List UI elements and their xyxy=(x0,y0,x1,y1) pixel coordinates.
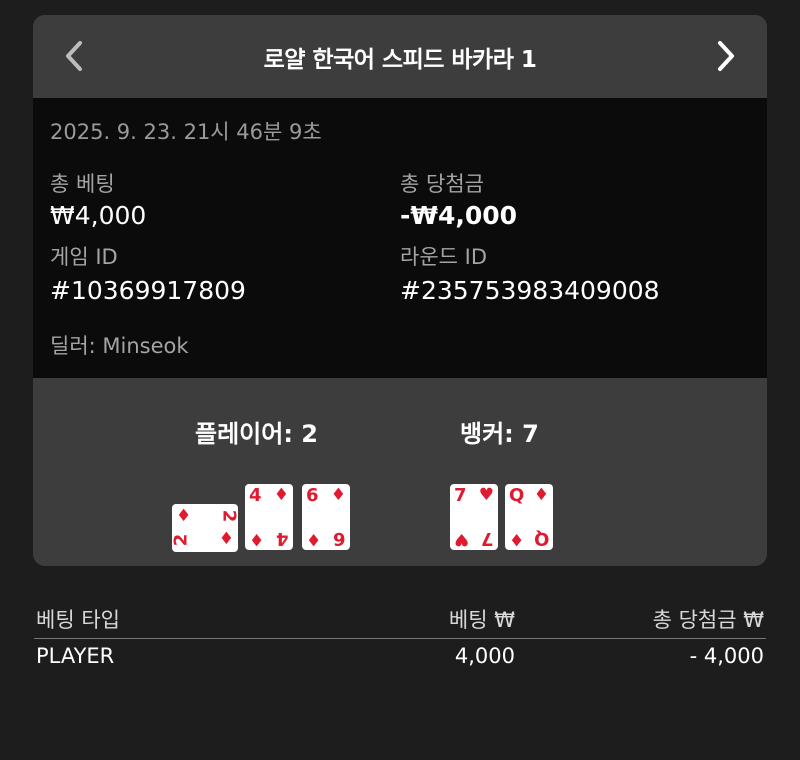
bets-table-header: 베팅 타입 베팅 ₩ 총 당첨금 ₩ xyxy=(34,602,766,639)
bet-type-cell: PLAYER xyxy=(36,644,115,668)
card-rank: 7 xyxy=(481,528,494,549)
bet-amount-header: 베팅 ₩ xyxy=(448,608,515,632)
player-score: 플레이어: 2 xyxy=(195,420,318,448)
card-rank: 4 xyxy=(249,485,262,506)
game-title: 로얄 한국어 스피드 바카라 1 xyxy=(263,46,537,73)
win-amount-header: 총 당첨금 ₩ xyxy=(652,608,764,632)
banker-card-2: Q ♦ ♦ Q xyxy=(505,484,553,550)
dealer-name: 딜러: Minseok xyxy=(50,334,189,358)
bets-table: 베팅 타입 베팅 ₩ 총 당첨금 ₩ PLAYER 4,000 - 4,000 xyxy=(34,602,766,679)
table-row: PLAYER 4,000 - 4,000 xyxy=(34,639,766,679)
hands-panel: 플레이어: 2 뱅커: 7 2 ♦ ♦ 2 4 ♦ ♦ 4 6 ♦ ♦ 6 7 ♥ ♥ 7 Q ♦ ♦ Q xyxy=(33,378,767,566)
total-bet-value: ₩4,000 xyxy=(50,201,147,230)
player-card-2: 4 ♦ ♦ 4 xyxy=(245,484,293,550)
game-id-label: 게임 ID xyxy=(50,245,118,269)
chevron-right-icon xyxy=(718,41,734,71)
total-win-label: 총 당첨금 xyxy=(400,172,484,196)
card-rank: 2 xyxy=(218,509,240,523)
round-id-value: #235753983409008 xyxy=(400,276,660,305)
total-bet-label: 총 베팅 xyxy=(50,172,115,196)
card-header: 로얄 한국어 스피드 바카라 1 xyxy=(33,15,767,98)
card-rank: 6 xyxy=(333,528,346,549)
card-suit-icon: ♦ xyxy=(218,529,234,549)
card-rank: 7 xyxy=(454,485,467,506)
round-id-label: 라운드 ID xyxy=(400,245,487,269)
round-detail-card: 로얄 한국어 스피드 바카라 1 2025. 9. 23. 21시 46분 9초… xyxy=(33,15,767,566)
player-card-3: 6 ♦ ♦ 6 xyxy=(302,484,350,550)
round-info-panel: 2025. 9. 23. 21시 46분 9초 총 베팅 ₩4,000 총 당첨… xyxy=(33,98,767,378)
card-suit-icon: ♦ xyxy=(509,529,525,549)
card-rank: Q xyxy=(509,485,525,506)
card-rank: 2 xyxy=(170,533,192,547)
banker-card-1: 7 ♥ ♥ 7 xyxy=(450,484,498,550)
card-suit-icon: ♦ xyxy=(330,485,346,505)
card-rank: Q xyxy=(533,528,549,549)
next-round-button[interactable] xyxy=(709,39,743,73)
bet-amount-cell: 4,000 xyxy=(454,644,515,668)
card-rank: 4 xyxy=(276,528,289,549)
player-card-1: 2 ♦ ♦ 2 xyxy=(170,504,240,552)
chevron-left-icon xyxy=(66,41,82,71)
card-suit-icon: ♦ xyxy=(176,506,192,526)
card-suit-icon: ♥ xyxy=(454,529,470,549)
card-suit-icon: ♦ xyxy=(306,529,322,549)
previous-round-button[interactable] xyxy=(57,39,91,73)
round-timestamp: 2025. 9. 23. 21시 46분 9초 xyxy=(50,120,322,144)
total-win-value: -₩4,000 xyxy=(400,201,518,230)
win-amount-cell: - 4,000 xyxy=(689,644,764,668)
card-suit-icon: ♦ xyxy=(273,485,289,505)
banker-score: 뱅커: 7 xyxy=(460,420,539,448)
bet-type-header: 베팅 타입 xyxy=(36,608,120,632)
card-suit-icon: ♦ xyxy=(249,529,265,549)
card-suit-icon: ♥ xyxy=(478,485,494,505)
card-suit-icon: ♦ xyxy=(533,485,549,505)
card-rank: 6 xyxy=(306,485,319,506)
game-id-value: #10369917809 xyxy=(50,276,246,305)
